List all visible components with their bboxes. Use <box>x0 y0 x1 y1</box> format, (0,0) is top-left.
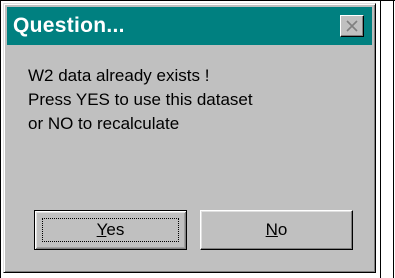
no-mnemonic: N <box>265 220 278 239</box>
no-label-rest: o <box>277 220 288 239</box>
no-button-label: No <box>266 220 288 239</box>
question-dialog: Question... W2 data already exists ! Pre… <box>3 3 376 273</box>
yes-button[interactable]: Yes <box>34 210 187 250</box>
yes-label-rest: es <box>106 220 125 239</box>
message-line-2: Press YES to use this dataset <box>28 90 253 109</box>
message-line-3: or NO to recalculate <box>28 114 180 133</box>
close-icon <box>346 20 358 32</box>
dialog-titlebar[interactable]: Question... <box>7 7 372 45</box>
frame-outer-right-line <box>393 0 394 278</box>
close-button[interactable] <box>340 15 364 37</box>
frame-left-line <box>0 0 1 278</box>
dialog-title: Question... <box>13 14 125 37</box>
yes-button-label: Yes <box>97 220 125 239</box>
message-line-1: W2 data already exists ! <box>28 66 210 85</box>
yes-mnemonic: Y <box>96 220 107 239</box>
no-button[interactable]: No <box>200 210 353 250</box>
frame-right-line <box>380 0 381 278</box>
dialog-message: W2 data already exists ! Press YES to us… <box>28 64 358 136</box>
frame-top-line <box>0 0 395 1</box>
